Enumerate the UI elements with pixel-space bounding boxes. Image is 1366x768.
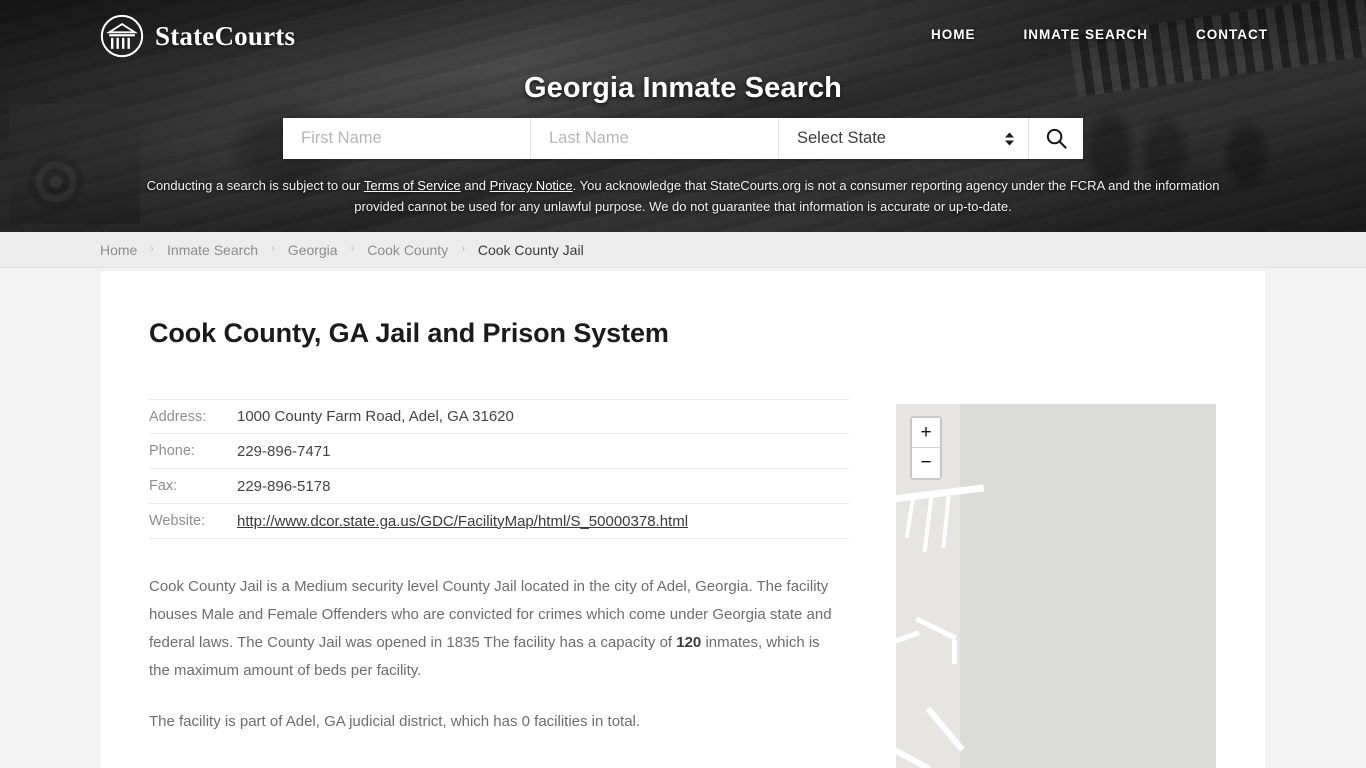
breadcrumb-item-cook-county-jail: Cook County Jail [477, 241, 584, 258]
map-tiles [896, 404, 1216, 768]
search-disclaimer: Conducting a search is subject to our Te… [132, 176, 1234, 217]
description-paragraph-2: The facility is part of Adel, GA judicia… [149, 713, 641, 730]
info-label-phone: Phone: [149, 443, 195, 459]
brand-name: StateCourts [155, 20, 296, 51]
site-header: StateCourts HOME INMATE SEARCH CONTACT G… [0, 0, 1366, 232]
map-zoom-controls: + − [910, 416, 942, 480]
hero-title: Georgia Inmate Search [524, 72, 842, 104]
search-icon [1046, 128, 1067, 149]
breadcrumb-separator-icon: › [150, 243, 155, 255]
info-label-website: Website: [149, 513, 206, 529]
capacity-value: 120 [676, 634, 702, 651]
facility-map[interactable]: + − [896, 404, 1216, 768]
last-name-input[interactable] [531, 118, 779, 159]
facility-description: Cook County Jail is a Medium security le… [149, 573, 839, 759]
disclaimer-text-2: and [460, 178, 490, 193]
courthouse-logo-icon [100, 14, 144, 58]
breadcrumb-separator-icon: › [350, 243, 355, 255]
terms-of-service-link[interactable]: Terms of Service [364, 178, 461, 193]
nav-item-contact[interactable]: CONTACT [1196, 27, 1268, 42]
breadcrumb-item-home[interactable]: Home [100, 242, 137, 258]
primary-navigation: HOME INMATE SEARCH CONTACT [931, 27, 1268, 42]
nav-item-inmate-search[interactable]: INMATE SEARCH [1023, 27, 1148, 42]
facility-info-table: Address: 1000 County Farm Road, Adel, GA… [149, 399, 849, 539]
description-paragraph-1: Cook County Jail is a Medium security le… [149, 573, 839, 685]
info-row-phone: Phone: 229-896-7471 [149, 434, 849, 469]
first-name-input[interactable] [283, 118, 531, 159]
disclaimer-text-1: Conducting a search is subject to our [146, 178, 364, 193]
brand-logo[interactable]: StateCourts [100, 14, 295, 58]
breadcrumb-bar: Home › Inmate Search › Georgia › Cook Co… [0, 232, 1366, 268]
breadcrumb-separator-icon: › [461, 243, 465, 255]
info-row-address: Address: 1000 County Farm Road, Adel, GA… [149, 399, 849, 434]
breadcrumb-separator-icon: › [271, 243, 275, 255]
info-label-fax: Fax: [149, 478, 178, 494]
map-road [952, 640, 957, 664]
privacy-notice-link[interactable]: Privacy Notice [490, 178, 573, 193]
info-value-fax: 229-896-5178 [237, 477, 331, 495]
info-row-fax: Fax: 229-896-5178 [149, 469, 849, 504]
search-submit-button[interactable] [1029, 118, 1083, 159]
info-row-website: Website: http://www.dcor.state.ga.us/GDC… [149, 504, 849, 539]
state-select[interactable]: Select State [779, 118, 1029, 159]
page-title: Cook County, GA Jail and Prison System [149, 318, 669, 348]
info-label-address: Address: [149, 408, 207, 425]
nav-item-home[interactable]: HOME [931, 27, 976, 42]
info-value-phone: 229-896-7471 [237, 442, 331, 460]
facility-website-link[interactable]: http://www.dcor.state.ga.us/GDC/Facility… [237, 513, 688, 530]
breadcrumb: Home › Inmate Search › Georgia › Cook Co… [100, 242, 584, 258]
breadcrumb-item-georgia[interactable]: Georgia [288, 242, 338, 258]
inmate-search-bar: Select State [283, 118, 1083, 159]
chevron-updown-icon [1005, 132, 1014, 145]
breadcrumb-item-inmate-search[interactable]: Inmate Search [167, 242, 258, 258]
info-value-address: 1000 County Farm Road, Adel, GA 31620 [237, 408, 514, 425]
map-zoom-out-button[interactable]: − [912, 448, 940, 478]
facility-content-card: Cook County, GA Jail and Prison System A… [100, 271, 1266, 768]
page-background: Cook County, GA Jail and Prison System A… [0, 268, 1366, 768]
state-select-value: Select State [797, 129, 886, 147]
map-zoom-in-button[interactable]: + [912, 418, 940, 448]
breadcrumb-item-cook-county[interactable]: Cook County [367, 242, 448, 258]
